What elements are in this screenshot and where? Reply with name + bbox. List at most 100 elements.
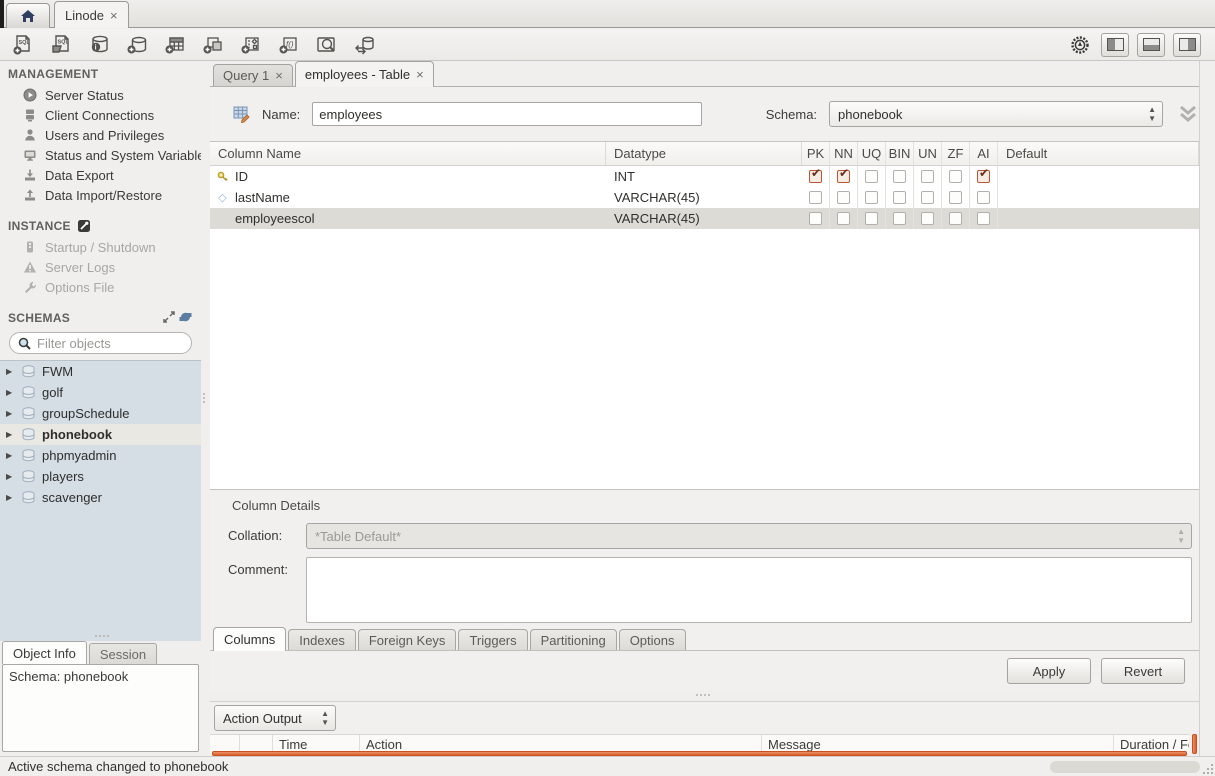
default-cell[interactable]	[998, 187, 1199, 208]
schema-item-players[interactable]: ▶ players	[0, 466, 201, 487]
un-checkbox[interactable]	[921, 170, 934, 183]
toggle-left-panel-button[interactable]	[1101, 33, 1129, 57]
table-name-input[interactable]	[312, 102, 701, 126]
expander-icon[interactable]: ▶	[6, 472, 15, 481]
schema-item-scavenger[interactable]: ▶ scavenger	[0, 487, 201, 508]
un-checkbox[interactable]	[921, 191, 934, 204]
column-row-id[interactable]: ID INT	[210, 166, 1199, 187]
schema-item-groupschedule[interactable]: ▶ groupSchedule	[0, 403, 201, 424]
subtab-options[interactable]: Options	[619, 629, 686, 650]
close-icon[interactable]: ×	[110, 8, 118, 23]
schema-select[interactable]: phonebook ▲▼	[829, 101, 1163, 127]
output-selector[interactable]: Action Output ▲▼	[214, 705, 336, 731]
reconnect-icon[interactable]	[352, 33, 378, 57]
expander-icon[interactable]: ▶	[6, 493, 15, 502]
expander-icon[interactable]: ▶	[6, 409, 15, 418]
home-tab[interactable]	[6, 3, 50, 28]
sidebar-item-status-system-variables[interactable]: Status and System Variables	[0, 145, 201, 165]
zf-checkbox[interactable]	[949, 170, 962, 183]
tab-employees-table[interactable]: employees - Table ×	[295, 61, 434, 87]
revert-button[interactable]: Revert	[1101, 658, 1185, 684]
un-checkbox[interactable]	[921, 212, 934, 225]
nn-checkbox[interactable]	[837, 191, 850, 204]
pk-checkbox[interactable]	[809, 191, 822, 204]
create-view-icon[interactable]	[200, 33, 226, 57]
connection-tab[interactable]: Linode ×	[54, 1, 129, 28]
sidebar-item-startup-shutdown[interactable]: Startup / Shutdown	[0, 237, 201, 257]
close-icon[interactable]: ×	[275, 68, 283, 83]
header-column-name[interactable]: Column Name	[210, 142, 606, 165]
zf-checkbox[interactable]	[949, 212, 962, 225]
resize-grip[interactable]	[1201, 762, 1213, 774]
expander-icon[interactable]: ▶	[6, 430, 15, 439]
schema-filter-input[interactable]	[37, 336, 177, 351]
schema-inspector-icon[interactable]: i	[86, 33, 112, 57]
schema-item-golf[interactable]: ▶ golf	[0, 382, 201, 403]
dashboard-gear-icon[interactable]	[1067, 33, 1093, 57]
output-splitter[interactable]	[210, 691, 1199, 701]
tab-session[interactable]: Session	[89, 643, 157, 664]
expand-header-chevron-icon[interactable]	[1177, 104, 1199, 124]
ai-checkbox[interactable]	[977, 170, 990, 183]
refresh-schemas-icon[interactable]	[177, 310, 193, 324]
pk-checkbox[interactable]	[809, 170, 822, 183]
bin-checkbox[interactable]	[893, 212, 906, 225]
subtab-triggers[interactable]: Triggers	[458, 629, 527, 650]
tab-query-1[interactable]: Query 1 ×	[213, 64, 293, 86]
header-uq[interactable]: UQ	[858, 142, 886, 165]
collation-select[interactable]: *Table Default* ▲▼	[306, 523, 1192, 549]
search-data-icon[interactable]	[314, 33, 340, 57]
header-bin[interactable]: BIN	[886, 142, 914, 165]
comment-textarea[interactable]	[306, 557, 1192, 623]
statusbar-scrollbar-thumb[interactable]	[1050, 761, 1200, 773]
column-row-employeescol[interactable]: employeescol VARCHAR(45)	[210, 208, 1199, 229]
sidebar-item-users-privileges[interactable]: Users and Privileges	[0, 125, 201, 145]
zf-checkbox[interactable]	[949, 191, 962, 204]
uq-checkbox[interactable]	[865, 212, 878, 225]
create-table-icon[interactable]	[162, 33, 188, 57]
pk-checkbox[interactable]	[809, 212, 822, 225]
column-row-lastname[interactable]: ◇ lastName VARCHAR(45)	[210, 187, 1199, 208]
header-ai[interactable]: AI	[970, 142, 998, 165]
ai-checkbox[interactable]	[977, 191, 990, 204]
subtab-foreign-keys[interactable]: Foreign Keys	[358, 629, 457, 650]
expander-icon[interactable]: ▶	[6, 367, 15, 376]
toggle-right-panel-button[interactable]	[1173, 33, 1201, 57]
output-vertical-scrollbar[interactable]	[1192, 734, 1197, 754]
sidebar-item-options-file[interactable]: Options File	[0, 277, 201, 297]
subtab-partitioning[interactable]: Partitioning	[530, 629, 617, 650]
create-schema-icon[interactable]	[124, 33, 150, 57]
expander-icon[interactable]: ▶	[6, 388, 15, 397]
toggle-bottom-panel-button[interactable]	[1137, 33, 1165, 57]
create-function-icon[interactable]: f()	[276, 33, 302, 57]
create-routine-icon[interactable]	[238, 33, 264, 57]
sidebar-item-client-connections[interactable]: Client Connections	[0, 105, 201, 125]
open-script-icon[interactable]: SQL	[48, 33, 74, 57]
sidebar-item-data-export[interactable]: Data Export	[0, 165, 201, 185]
sidebar-item-server-status[interactable]: Server Status	[0, 85, 201, 105]
ai-checkbox[interactable]	[977, 212, 990, 225]
default-cell[interactable]	[998, 166, 1199, 187]
subtab-columns[interactable]: Columns	[213, 627, 286, 651]
nn-checkbox[interactable]	[837, 212, 850, 225]
nn-checkbox[interactable]	[837, 170, 850, 183]
expander-icon[interactable]: ▶	[6, 451, 15, 460]
header-nn[interactable]: NN	[830, 142, 858, 165]
sidebar-splitter-grip[interactable]	[95, 635, 113, 639]
uq-checkbox[interactable]	[865, 191, 878, 204]
bin-checkbox[interactable]	[893, 191, 906, 204]
default-cell[interactable]	[998, 208, 1199, 229]
header-zf[interactable]: ZF	[942, 142, 970, 165]
header-default[interactable]: Default	[998, 142, 1199, 165]
close-icon[interactable]: ×	[416, 67, 424, 82]
apply-button[interactable]: Apply	[1007, 658, 1091, 684]
bin-checkbox[interactable]	[893, 170, 906, 183]
expand-schemas-icon[interactable]	[161, 310, 177, 324]
tab-object-info[interactable]: Object Info	[2, 641, 87, 664]
new-query-icon[interactable]: SQL	[10, 33, 36, 57]
schema-item-phpmyadmin[interactable]: ▶ phpmyadmin	[0, 445, 201, 466]
sidebar-splitter[interactable]	[201, 61, 210, 756]
uq-checkbox[interactable]	[865, 170, 878, 183]
header-pk[interactable]: PK	[802, 142, 830, 165]
header-un[interactable]: UN	[914, 142, 942, 165]
